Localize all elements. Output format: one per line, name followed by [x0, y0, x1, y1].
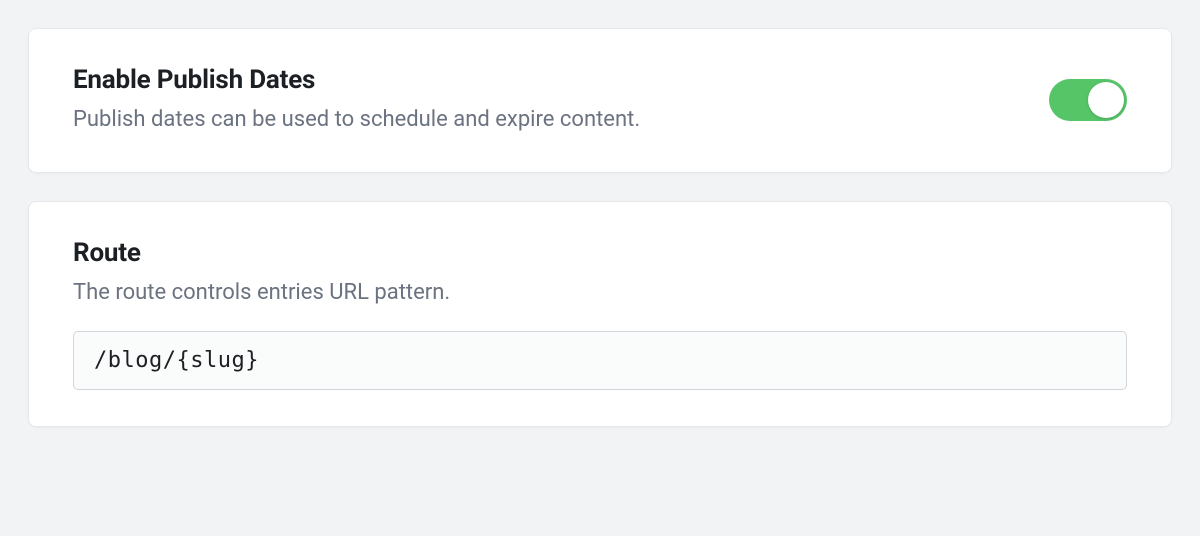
publish-dates-text: Enable Publish Dates Publish dates can b…: [73, 65, 1049, 136]
route-description: The route controls entries URL pattern.: [73, 278, 1127, 309]
publish-dates-description: Publish dates can be used to schedule an…: [73, 105, 1049, 136]
route-title: Route: [73, 238, 1127, 268]
route-input[interactable]: [73, 331, 1127, 390]
publish-dates-toggle[interactable]: [1049, 79, 1127, 121]
publish-dates-row: Enable Publish Dates Publish dates can b…: [73, 65, 1127, 136]
toggle-knob: [1088, 82, 1124, 118]
route-input-wrap: [73, 331, 1127, 390]
route-text: Route The route controls entries URL pat…: [73, 238, 1127, 309]
publish-dates-title: Enable Publish Dates: [73, 65, 1049, 95]
enable-publish-dates-card: Enable Publish Dates Publish dates can b…: [28, 28, 1172, 173]
route-card: Route The route controls entries URL pat…: [28, 201, 1172, 427]
